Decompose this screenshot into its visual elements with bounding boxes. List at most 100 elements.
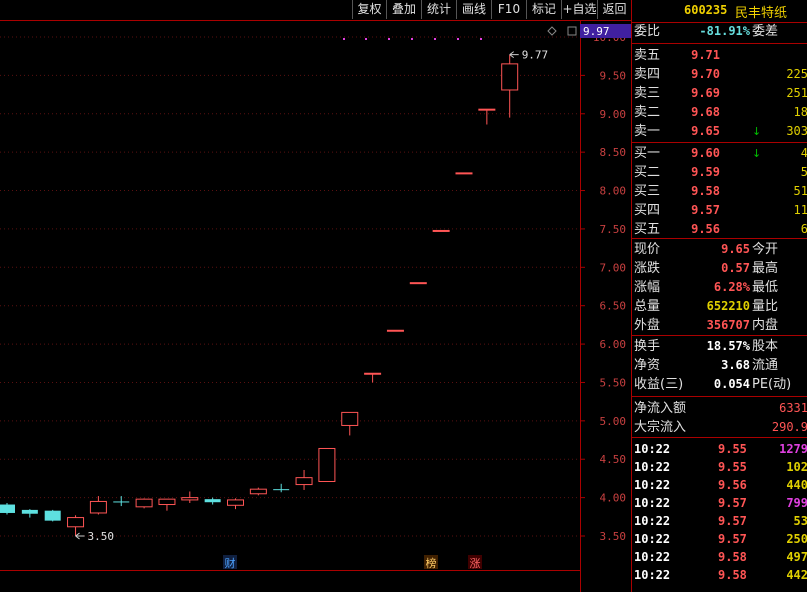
bid-row[interactable]: 买五 9.56 6 <box>632 220 807 239</box>
stat2-label2: PE(动) <box>752 377 792 392</box>
ask-price: 9.71 <box>691 48 720 62</box>
flow-row: 大宗流入 290.9 <box>632 418 807 437</box>
flow-value: 290.9 <box>771 420 807 434</box>
ask-label: 卖四 <box>634 67 661 82</box>
limit-dot <box>388 38 390 40</box>
bid-price: 9.57 <box>691 203 720 217</box>
tick-price: 9.55 <box>718 460 747 474</box>
tick-volume: 799 <box>786 496 807 510</box>
ask-row[interactable]: 卖四 9.70 225 <box>632 65 807 84</box>
stat2-row: 换手 18.57% 股本 <box>632 337 807 356</box>
event-marker[interactable]: 财 <box>223 555 237 570</box>
down-arrow-icon: ↓ <box>752 147 762 160</box>
ask-volume: 18 <box>793 105 807 119</box>
svg-text:榜: 榜 <box>426 556 437 570</box>
tick-row: 10:22 9.58 442 <box>632 566 807 584</box>
stat2-value: 18.57% <box>706 339 750 353</box>
bid-volume: 6 <box>800 222 807 236</box>
y-tick-label: 7.00 <box>600 261 627 274</box>
stat2-row: 收益(三) 0.054 PE(动) <box>632 375 807 394</box>
tick-volume: 1279 <box>779 442 807 456</box>
stat-label: 涨跌 <box>634 261 661 276</box>
candles <box>0 54 519 536</box>
candle <box>432 229 450 232</box>
stat-row: 总量 652210 量比 <box>632 297 807 316</box>
tick-price: 9.57 <box>718 496 747 510</box>
toolbar-button-4[interactable]: F10 <box>491 0 526 19</box>
diamond-icon[interactable] <box>547 26 557 36</box>
tick-row: 10:22 9.57 250 <box>632 530 807 548</box>
tick-time: 10:22 <box>634 514 671 528</box>
tick-row: 10:22 9.56 440 <box>632 476 807 494</box>
tick-time: 10:22 <box>634 532 671 546</box>
y-tick-label: 9.00 <box>600 108 627 121</box>
event-marker[interactable]: 涨 <box>468 555 482 570</box>
stat2-label2: 股本 <box>752 339 779 354</box>
flow-label: 净流入额 <box>634 401 687 416</box>
bid-row[interactable]: 买三 9.58 51 <box>632 182 807 201</box>
bid-price: 9.58 <box>691 184 720 198</box>
tick-volume: 250 <box>786 532 807 546</box>
bid-volume: 5 <box>800 165 807 179</box>
bid-row[interactable]: 买一 9.60 ↓ 4 <box>632 144 807 163</box>
candle <box>273 483 290 493</box>
toolbar-button-3[interactable]: 画线 <box>456 0 491 19</box>
limit-dot <box>411 38 413 40</box>
toolbar-button-2[interactable]: 统计 <box>421 0 456 19</box>
stat-row: 涨跌 0.57 最高 <box>632 259 807 278</box>
stat-label2: 量比 <box>752 299 779 314</box>
tick-time: 10:22 <box>634 442 671 456</box>
y-tick-label: 5.50 <box>600 376 627 389</box>
stat2-label: 换手 <box>634 339 661 354</box>
toolbar-button-7[interactable]: 返回 <box>597 0 631 19</box>
ask-row[interactable]: 卖一 9.65 ↓ 303 <box>632 122 807 141</box>
stat2-label: 净资 <box>634 358 661 373</box>
candle <box>386 329 404 332</box>
toolbar-button-6[interactable]: +自选 <box>561 0 597 19</box>
bid-label: 买一 <box>634 146 661 161</box>
bid-label: 买五 <box>634 222 661 237</box>
stock-name[interactable]: 民丰特纸 <box>735 2 787 21</box>
high-arrow-icon <box>509 51 519 59</box>
candle <box>295 469 313 490</box>
kline-chart[interactable]: 10.009.509.008.508.007.507.006.506.005.5… <box>0 0 631 592</box>
svg-text:财: 财 <box>225 556 236 570</box>
bid-volume: 4 <box>800 146 807 160</box>
y-tick-label: 3.50 <box>600 530 627 543</box>
ask-row[interactable]: 卖三 9.69 251 <box>632 84 807 103</box>
candle <box>318 447 336 482</box>
y-tick-label: 5.00 <box>600 415 627 428</box>
candle <box>67 515 85 536</box>
ask-label: 卖三 <box>634 86 661 101</box>
bid-row[interactable]: 买四 9.57 11 <box>632 201 807 220</box>
stat-label: 总量 <box>634 299 661 314</box>
candle <box>89 496 107 515</box>
limit-dot <box>343 38 345 40</box>
candle <box>409 282 427 285</box>
toolbar-button-0[interactable]: 复权 <box>352 0 386 19</box>
tick-volume: 102 <box>786 460 807 474</box>
toolbar-button-1[interactable]: 叠加 <box>386 0 421 19</box>
ask-row[interactable]: 卖五 9.71 <box>632 46 807 65</box>
bid-row[interactable]: 买二 9.59 5 <box>632 163 807 182</box>
quote-panel: 600235 民丰特纸 委比 -81.91% 委差 卖五 9.71 卖四 9.70 22… <box>631 0 807 592</box>
tick-price: 9.58 <box>718 568 747 582</box>
stat-row: 涨幅 6.28% 最低 <box>632 278 807 297</box>
weicha-label: 委差 <box>752 24 779 39</box>
settings-box-icon[interactable] <box>567 26 577 36</box>
tick-volume: 442 <box>786 568 807 582</box>
flow-label: 大宗流入 <box>634 420 687 435</box>
ask-row[interactable]: 卖二 9.68 18 <box>632 103 807 122</box>
weibi-label: 委比 <box>634 24 661 39</box>
stat2-label2: 流通 <box>752 358 779 373</box>
candle <box>249 487 267 496</box>
y-tick-label: 4.00 <box>600 492 627 505</box>
toolbar-button-5[interactable]: 标记 <box>526 0 561 19</box>
ask-price: 9.68 <box>691 105 720 119</box>
event-marker[interactable]: 榜 <box>424 555 438 570</box>
y-tick-label: 4.50 <box>600 453 627 466</box>
tick-price: 9.56 <box>718 478 747 492</box>
stock-code: 600235 <box>684 3 728 17</box>
stat-label2: 内盘 <box>752 318 779 333</box>
candle <box>158 498 176 511</box>
